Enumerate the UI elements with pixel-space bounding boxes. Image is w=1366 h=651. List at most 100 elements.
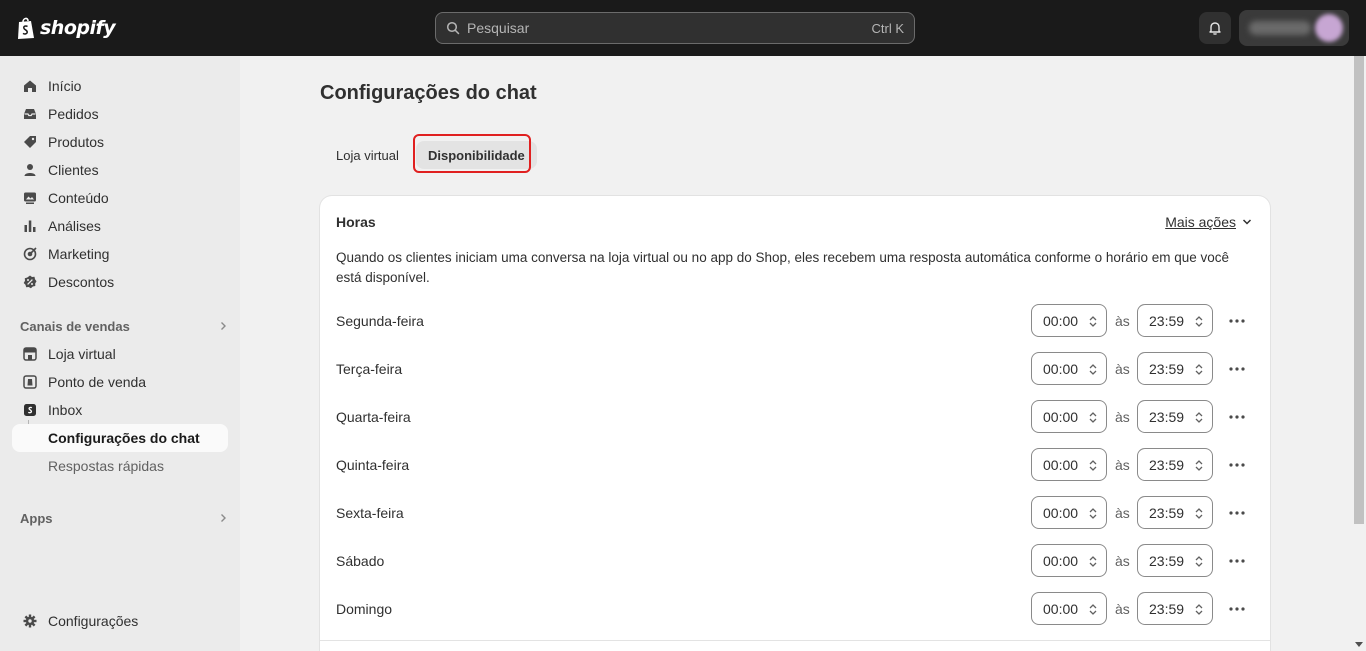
target-icon [22,246,38,262]
day-label: Quinta-feira [336,457,410,473]
more-actions-button[interactable]: Mais ações [1165,214,1252,230]
storefront-icon [22,346,38,362]
sidebar-item-marketing[interactable]: Marketing [12,240,228,268]
end-time-value: 23:59 [1149,600,1185,617]
time-connector: às [1115,457,1130,473]
day-row: Segunda-feira 00:00 às 23:59 [336,304,1254,338]
sidebar-item-label: Configurações do chat [48,430,200,446]
end-time-select[interactable]: 23:59 [1137,544,1213,577]
row-actions-button[interactable] [1227,408,1247,426]
start-time-select[interactable]: 00:00 [1031,448,1107,481]
sidebar-item-label: Loja virtual [48,346,116,362]
day-label: Quarta-feira [336,409,411,425]
sidebar-item-produtos[interactable]: Produtos [12,128,228,156]
more-actions-label: Mais ações [1165,214,1236,230]
end-time-select[interactable]: 23:59 [1137,496,1213,529]
sidebar-item-loja-virtual[interactable]: Loja virtual [12,340,228,368]
stepper-icon [1195,364,1203,375]
sidebar-subitem-configuracoes-do-chat[interactable]: Configurações do chat [12,424,228,452]
stepper-icon [1089,556,1097,567]
sidebar-item-descontos[interactable]: Descontos [12,268,228,296]
scrollbar[interactable] [1351,56,1366,651]
sidebar-item-inbox[interactable]: Inbox [12,396,228,424]
sidebar-item-label: Marketing [48,246,110,262]
day-label: Sexta-feira [336,505,404,521]
stepper-icon [1195,556,1203,567]
sidebar-item-label: Produtos [48,134,105,150]
section-title-label: Apps [20,510,53,526]
home-icon [22,78,38,94]
end-time-select[interactable]: 23:59 [1137,352,1213,385]
start-time-value: 00:00 [1043,504,1079,521]
time-connector: às [1115,553,1130,569]
stepper-icon [1089,460,1097,471]
more-horizontal-icon [1229,415,1245,419]
day-row: Terça-feira 00:00 às 23:59 [336,352,1254,386]
stepper-icon [1195,508,1203,519]
notifications-button[interactable] [1199,12,1231,44]
search-shortcut-hint: Ctrl K [871,20,905,36]
end-time-select[interactable]: 23:59 [1137,592,1213,625]
start-time-select[interactable]: 00:00 [1031,544,1107,577]
bell-icon [1209,22,1221,35]
start-time-value: 00:00 [1043,552,1079,569]
stepper-icon [1195,604,1203,615]
sidebar-item-ponto-de-venda[interactable]: Ponto de venda [12,368,228,396]
time-connector: às [1115,313,1130,329]
search-input[interactable] [467,20,872,36]
sales-channels-section[interactable]: Canais de vendas [20,316,228,336]
sidebar-item-pedidos[interactable]: Pedidos [12,100,228,128]
end-time-value: 23:59 [1149,312,1185,329]
sidebar-item-conteudo[interactable]: Conteúdo [12,184,228,212]
sidebar-item-configuracoes[interactable]: Configurações [12,607,228,635]
scroll-down-arrow[interactable] [1355,642,1363,647]
time-connector: às [1115,409,1130,425]
time-connector: às [1115,601,1130,617]
end-time-value: 23:59 [1149,504,1185,521]
row-actions-button[interactable] [1227,360,1247,378]
start-time-value: 00:00 [1043,408,1079,425]
account-menu[interactable] [1239,10,1349,46]
day-row: Quarta-feira 00:00 às 23:59 [336,400,1254,434]
time-connector: às [1115,505,1130,521]
day-label: Segunda-feira [336,313,424,329]
hours-card: Horas Mais ações Quando os clientes inic… [320,196,1270,651]
stepper-icon [1195,316,1203,327]
scrollbar-thumb[interactable] [1354,56,1364,524]
sidebar-item-label: Ponto de venda [48,374,147,390]
end-time-value: 23:59 [1149,552,1185,569]
sidebar-item-inicio[interactable]: Início [12,72,228,100]
end-time-select[interactable]: 23:59 [1137,400,1213,433]
start-time-select[interactable]: 00:00 [1031,592,1107,625]
stepper-icon [1089,604,1097,615]
sidebar-subitem-respostas-rapidas[interactable]: Respostas rápidas [12,452,228,480]
brand-name: shopify [40,17,116,39]
card-title: Horas [336,214,376,230]
start-time-select[interactable]: 00:00 [1031,352,1107,385]
row-actions-button[interactable] [1227,600,1247,618]
chevron-down-icon [1242,219,1252,225]
start-time-select[interactable]: 00:00 [1031,400,1107,433]
apps-section[interactable]: Apps [20,508,228,528]
stepper-icon [1089,316,1097,327]
start-time-select[interactable]: 00:00 [1031,496,1107,529]
sidebar-item-analises[interactable]: Análises [12,212,228,240]
row-actions-button[interactable] [1227,312,1247,330]
sidebar-item-label: Análises [48,218,101,234]
time-connector: às [1115,361,1130,377]
page-title: Configurações do chat [320,82,537,104]
shopify-bag-icon [18,17,34,39]
shopify-logo[interactable]: shopify [16,15,116,41]
start-time-value: 00:00 [1043,456,1079,473]
end-time-select[interactable]: 23:59 [1137,448,1213,481]
row-actions-button[interactable] [1227,504,1247,522]
row-actions-button[interactable] [1227,552,1247,570]
search-bar[interactable]: Ctrl K [435,12,915,44]
tab-loja-virtual[interactable]: Loja virtual [324,141,411,169]
start-time-value: 00:00 [1043,312,1079,329]
sidebar-item-clientes[interactable]: Clientes [12,156,228,184]
sidebar-item-label: Respostas rápidas [48,458,164,474]
end-time-select[interactable]: 23:59 [1137,304,1213,337]
start-time-select[interactable]: 00:00 [1031,304,1107,337]
row-actions-button[interactable] [1227,456,1247,474]
